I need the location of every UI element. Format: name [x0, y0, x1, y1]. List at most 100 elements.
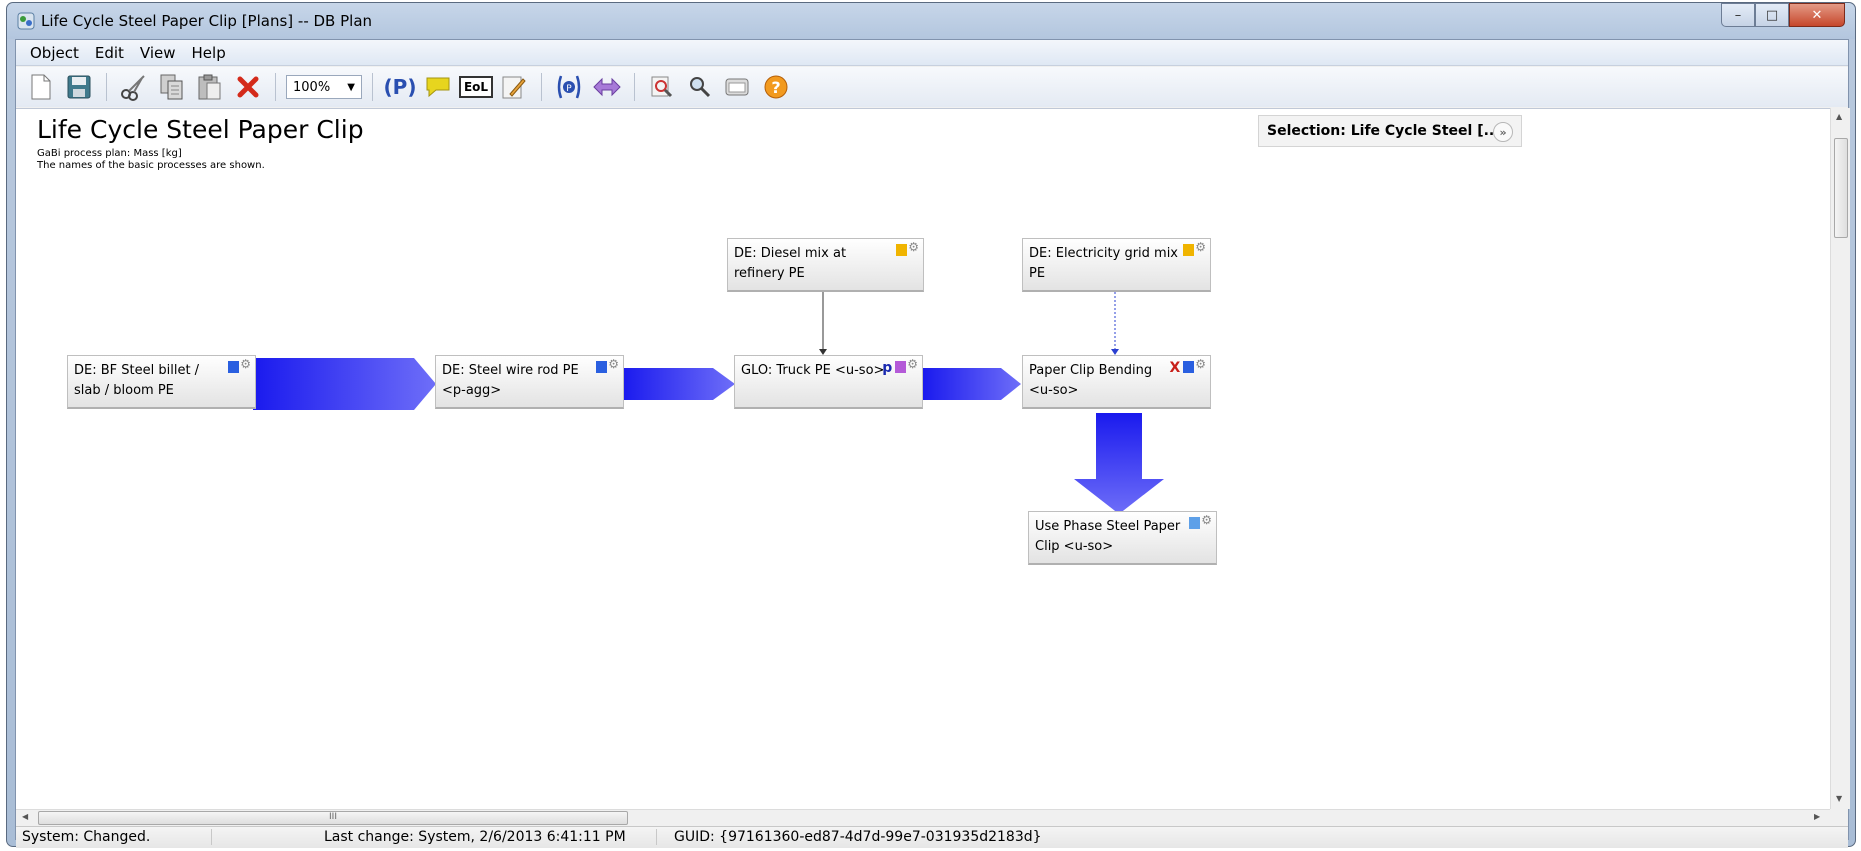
- minimize-button[interactable]: –: [1721, 3, 1755, 27]
- status-state: System: Changed.: [22, 829, 151, 845]
- process-diesel[interactable]: DE: Diesel mix at refinery PE ⚙: [727, 238, 924, 292]
- flow-layer: [253, 292, 1164, 514]
- eol-icon: EoL: [458, 76, 494, 98]
- process-type-icon: [1183, 244, 1195, 256]
- zoom-value: 100%: [293, 79, 331, 95]
- menu-object[interactable]: Object: [22, 44, 87, 62]
- copy-icon: [160, 74, 183, 100]
- process-type-icon: [896, 244, 908, 256]
- menu-edit[interactable]: Edit: [87, 44, 132, 62]
- process-name: GLO: Truck PE <u-so>: [741, 363, 885, 378]
- app-icon: [17, 12, 35, 30]
- menu-bar: Object Edit View Help: [16, 40, 1848, 66]
- copy-button[interactable]: [155, 71, 189, 103]
- process-name: Paper Clip Bending <u-so>: [1029, 363, 1153, 398]
- search-button[interactable]: [683, 71, 717, 103]
- gear-icon: ⚙: [907, 357, 918, 371]
- process-name: DE: BF Steel billet / slab / bloom PE: [74, 363, 200, 398]
- new-button[interactable]: [24, 71, 58, 103]
- delete-button[interactable]: [231, 71, 265, 103]
- status-last-change: Last change: System, 2/6/2013 6:41:11 PM: [324, 829, 626, 845]
- scroll-left-icon[interactable]: ◀: [22, 812, 28, 821]
- process-name: DE: Electricity grid mix PE: [1029, 246, 1179, 281]
- scroll-down-icon[interactable]: ▼: [1836, 794, 1842, 803]
- paste-button[interactable]: [193, 71, 227, 103]
- process-type-icon: [1189, 517, 1201, 529]
- status-guid: GUID: {97161360-ed87-4d7d-99e7-031935d21…: [674, 829, 1042, 845]
- svg-text:P: P: [566, 84, 572, 94]
- gear-icon: ⚙: [1201, 513, 1212, 527]
- zoom-icon: [651, 76, 673, 98]
- menu-view[interactable]: View: [132, 44, 184, 62]
- eol-button[interactable]: EoL: [458, 71, 494, 103]
- window-icon: [725, 78, 749, 96]
- search-icon: [690, 77, 711, 98]
- process-electricity[interactable]: DE: Electricity grid mix PE ⚙: [1022, 238, 1211, 292]
- process-name: Use Phase Steel Paper Clip <u-so>: [1035, 519, 1181, 554]
- flow-wirerod-to-truck[interactable]: [622, 368, 735, 400]
- scroll-up-icon[interactable]: ▲: [1836, 112, 1842, 121]
- process-icons: ⚙: [228, 358, 251, 373]
- flow-bf-to-wirerod[interactable]: [253, 358, 436, 410]
- process-truck[interactable]: GLO: Truck PE <u-so> p ⚙: [734, 355, 923, 409]
- process-marker: p: [882, 360, 893, 376]
- status-divider: [656, 829, 657, 845]
- scroll-right-icon[interactable]: ▶: [1814, 812, 1820, 821]
- toolbar-separator: [106, 73, 107, 101]
- edit-icon: [502, 76, 526, 99]
- process-icons: ⚙: [596, 358, 619, 373]
- app-window: Life Cycle Steel Paper Clip [Plans] -- D…: [6, 2, 1856, 848]
- gear-icon: ⚙: [608, 357, 619, 371]
- grip-icon: III: [329, 812, 337, 822]
- process-button[interactable]: (P): [383, 71, 417, 103]
- close-button[interactable]: ✕: [1789, 3, 1845, 27]
- cut-button[interactable]: [117, 71, 151, 103]
- process-wire-rod[interactable]: DE: Steel wire rod PE <p-agg> ⚙: [435, 355, 624, 409]
- process-icons: X ⚙: [1169, 358, 1206, 378]
- flow-icon: [593, 77, 621, 97]
- process-bending[interactable]: Paper Clip Bending <u-so> X ⚙: [1022, 355, 1211, 409]
- title-bar[interactable]: Life Cycle Steel Paper Clip [Plans] -- D…: [7, 3, 1855, 39]
- client-area: Object Edit View Help 100% ▼ (P) EoL P ?…: [15, 39, 1850, 848]
- edit-button[interactable]: [497, 71, 531, 103]
- process-marker: X: [1169, 360, 1181, 376]
- maximize-button[interactable]: □: [1755, 3, 1789, 27]
- vertical-scroll-thumb[interactable]: [1834, 138, 1848, 238]
- process-use-phase[interactable]: Use Phase Steel Paper Clip <u-so> ⚙: [1028, 511, 1217, 565]
- comment-button[interactable]: [421, 71, 455, 103]
- process-type-icon: [228, 361, 240, 373]
- toolbar-separator: [634, 73, 635, 101]
- zoom-select[interactable]: 100% ▼: [286, 75, 362, 99]
- status-bar: System: Changed. Last change: System, 2/…: [16, 826, 1848, 848]
- delete-icon: [237, 76, 259, 98]
- toolbar: 100% ▼ (P) EoL P ?: [16, 67, 1848, 107]
- flow-bending-to-usephase[interactable]: [1074, 413, 1164, 514]
- process-search-button[interactable]: P: [552, 71, 586, 103]
- menu-help[interactable]: Help: [184, 44, 234, 62]
- chevron-down-icon: ▼: [347, 81, 355, 93]
- help-button[interactable]: ?: [759, 71, 793, 103]
- process-type-icon: [1183, 361, 1195, 373]
- toolbar-separator: [275, 73, 276, 101]
- horizontal-scrollbar[interactable]: ◀ III ▶: [16, 809, 1830, 825]
- paste-icon: [198, 74, 221, 100]
- save-button[interactable]: [62, 71, 96, 103]
- flow-truck-to-bending[interactable]: [923, 368, 1021, 400]
- status-divider: [211, 829, 212, 845]
- window-controls: – □ ✕: [1721, 3, 1845, 27]
- flow-button[interactable]: [590, 71, 624, 103]
- new-icon: [31, 74, 51, 100]
- vertical-scrollbar[interactable]: ▲ ▼: [1830, 108, 1850, 809]
- process-bf-steel[interactable]: DE: BF Steel billet / slab / bloom PE ⚙: [67, 355, 256, 409]
- window-title: Life Cycle Steel Paper Clip [Plans] -- D…: [41, 12, 373, 30]
- process-type-icon: [895, 361, 907, 373]
- process-type-icon: [596, 361, 608, 373]
- gear-icon: ⚙: [240, 357, 251, 371]
- zoom-button[interactable]: [645, 71, 679, 103]
- save-icon: [67, 75, 91, 99]
- horizontal-scroll-thumb[interactable]: III: [38, 811, 628, 825]
- window-button[interactable]: [721, 71, 755, 103]
- help-icon: ?: [764, 75, 788, 99]
- gear-icon: ⚙: [1195, 357, 1206, 371]
- plan-canvas[interactable]: Life Cycle Steel Paper Clip GaBi process…: [16, 108, 1830, 809]
